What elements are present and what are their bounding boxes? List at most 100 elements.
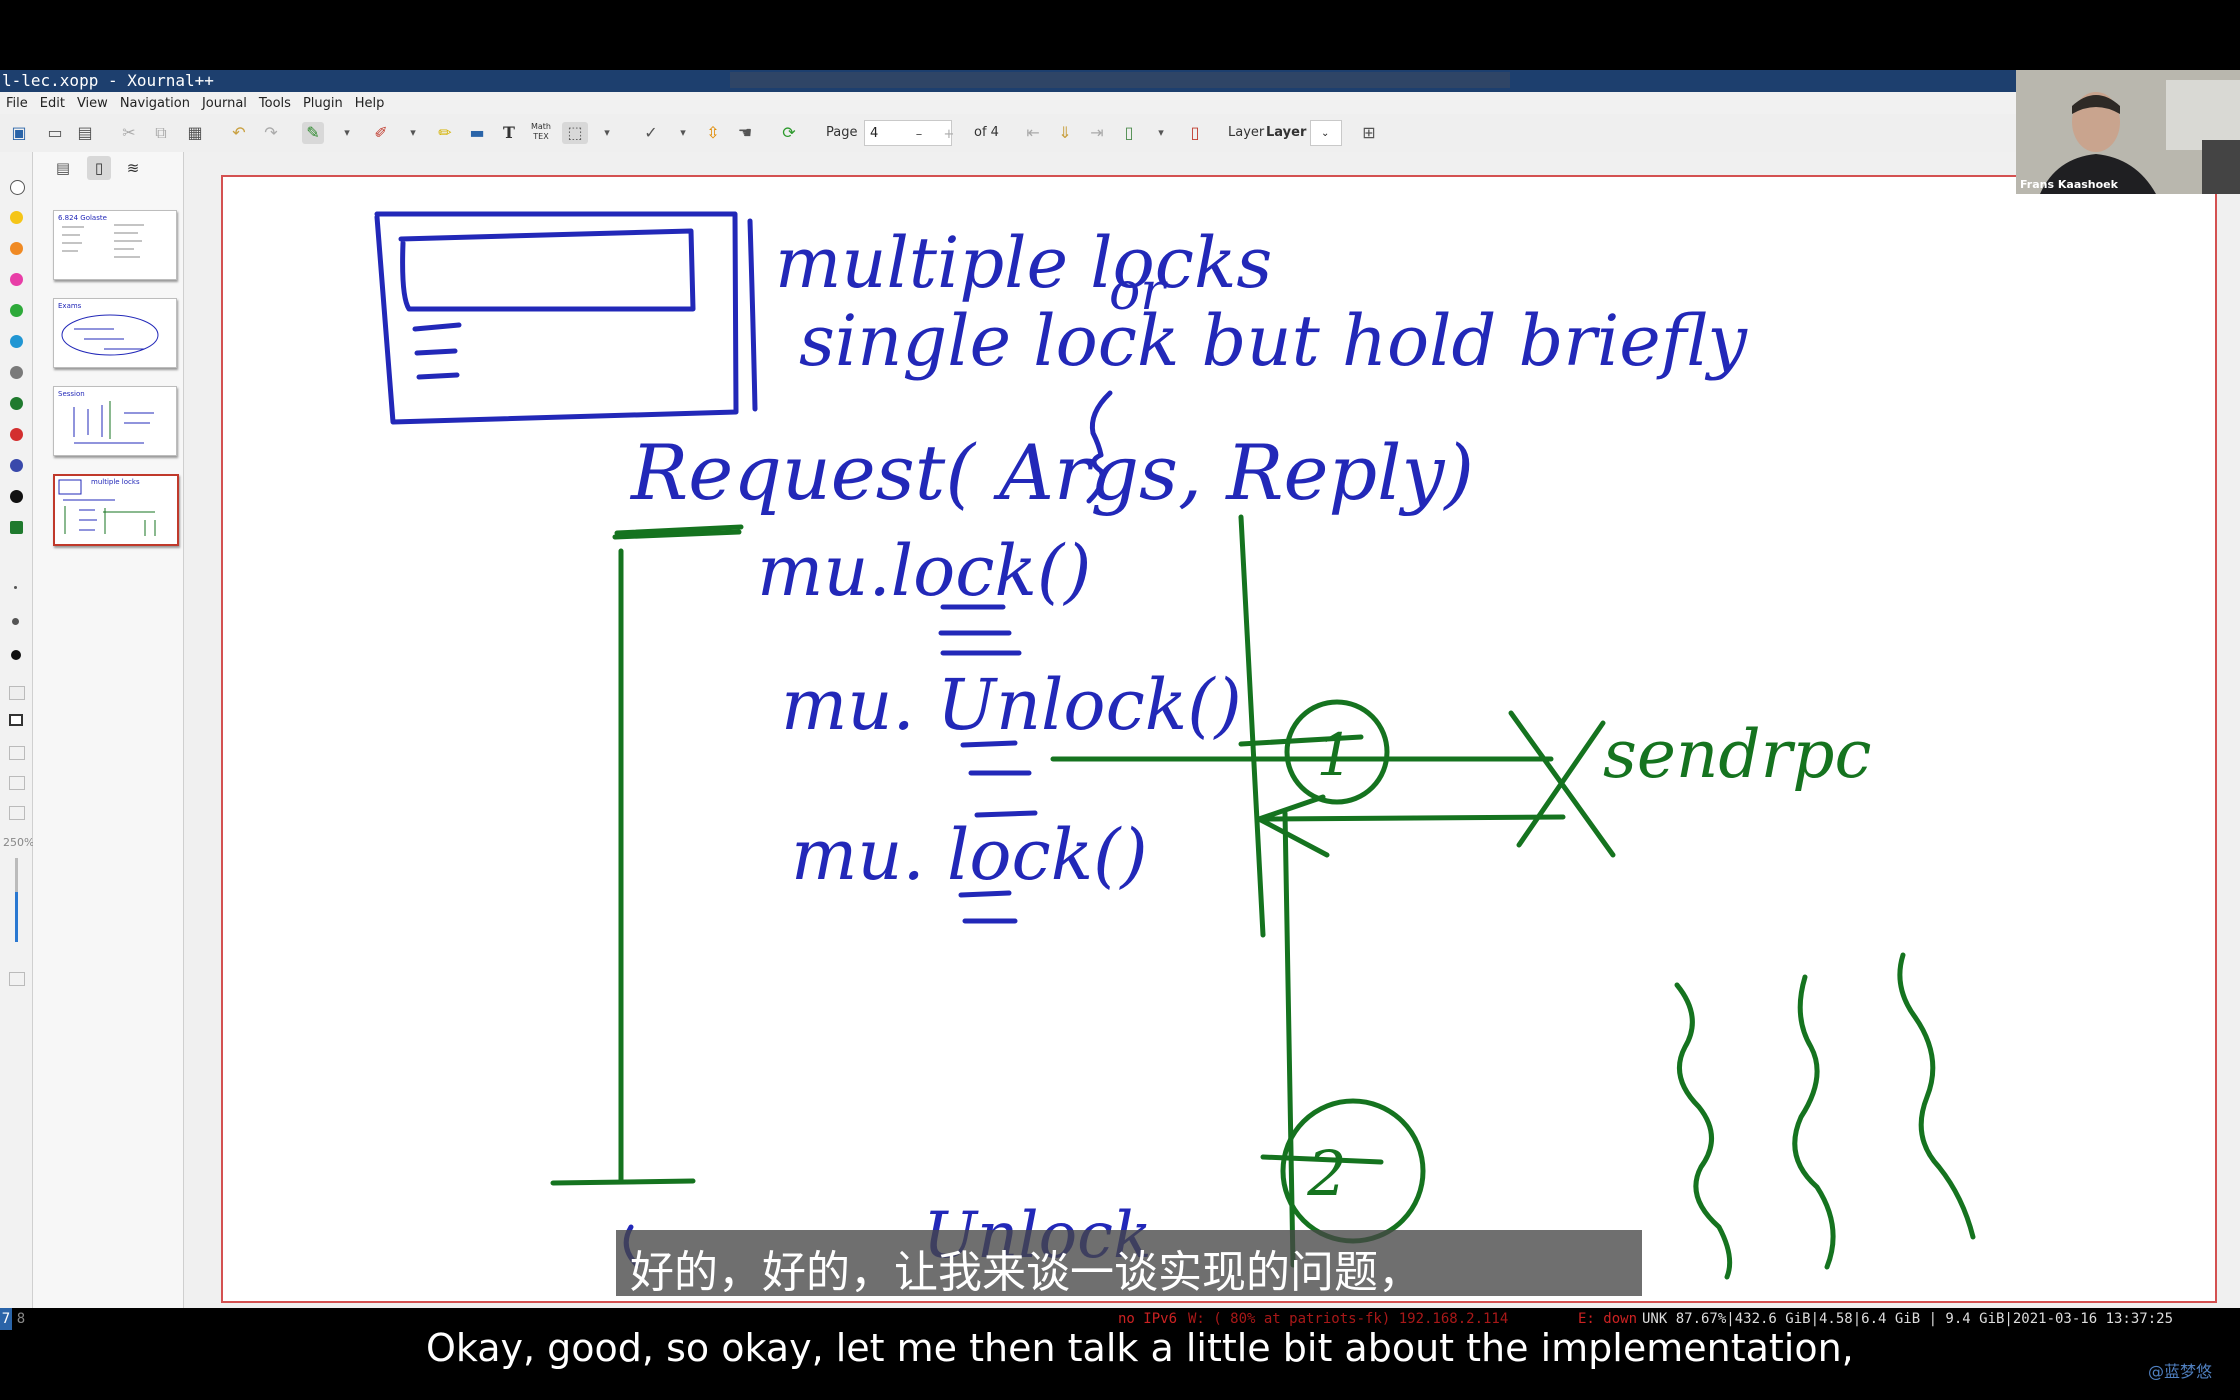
menu-view[interactable]: View [71,92,114,111]
sketch-lines [412,322,462,380]
sidebar-pages-icon[interactable]: ▤ [51,156,75,180]
window-title: l-lec.xopp - Xournal++ [2,71,214,90]
request-bracket-lines [550,524,744,1186]
tiny-dot-icon[interactable] [14,586,17,589]
request-bracket [612,529,742,1184]
participant-name: Frans Kaashoek [2020,178,2118,191]
open-icon[interactable]: ▤ [74,122,96,144]
thumbnail-2-scribbles [61,314,159,356]
page-layout-icon[interactable] [9,686,25,700]
thumbnail-4-scribbles [58,479,156,536]
note-sendrpc: sendrpc [1603,716,1871,793]
color-swatch-5[interactable] [10,304,23,317]
delete-page-icon[interactable]: ▯ [1184,122,1206,144]
zoom-width-icon[interactable] [9,806,25,820]
note-mu-unlock-1: mu. Unlock() [781,664,1242,746]
sidebar-layers-icon[interactable]: ≋ [121,156,145,180]
color-swatch-12[interactable] [10,521,23,534]
large-dot-icon[interactable] [11,650,21,660]
page-thumbnail-4[interactable]: multiple locks [53,474,179,546]
page-thumbnail-2[interactable]: Exams [53,298,177,368]
color-swatch-4[interactable] [10,273,23,286]
toolbar: ▣ ▭ ▤ ✂ ⧉ ▦ ↶ ↷ ✎ ▾ ✐ ▾ ✏ ▬ T Math TEX ⬚… [0,114,2240,153]
redo-icon[interactable]: ↷ [260,122,282,144]
spacer-tool-icon[interactable]: ⇳ [702,122,724,144]
english-subtitle: Okay, good, so okay, let me then talk a … [426,1326,1854,1370]
sketch-window-outline [374,211,739,425]
note-page[interactable]: multiple locks or single lock but hold b… [221,175,2217,1303]
save-icon[interactable]: ▣ [8,122,30,144]
paste-icon[interactable]: ▦ [184,122,206,144]
color-swatch-7[interactable] [10,366,23,379]
highlighter-icon[interactable]: ✏ [434,122,456,144]
color-swatch-1[interactable] [10,180,25,195]
color-swatch-6[interactable] [10,335,23,348]
chinese-subtitle-box: 好的，好的，让我来谈一谈实现的问题， [616,1230,1642,1298]
color-swatch-10[interactable] [10,459,23,472]
color-swatch-8[interactable] [10,397,23,410]
presentation-icon[interactable] [9,714,23,726]
note-request-signature: Request( Args, Reply) [629,428,1474,517]
workspace-7[interactable]: 7 [0,1308,12,1330]
sidebar-preview-icon[interactable]: ▯ [87,156,111,180]
zoom-fit-icon[interactable] [9,746,25,760]
text-tool-icon[interactable]: T [498,122,520,144]
insert-page-icon[interactable]: ▯ [1118,122,1140,144]
page-thumbnail-1[interactable]: 6.824 Golaste [53,210,177,280]
zoom-page-icon[interactable] [9,776,25,790]
pen-tool-icon[interactable]: ✎ [302,122,324,144]
color-swatch-11[interactable] [10,490,23,503]
menu-navigation[interactable]: Navigation [114,92,196,111]
vertical-space-icon[interactable]: ✓ [640,122,662,144]
space-dropdown-icon[interactable]: ▾ [672,122,694,144]
eraser-icon[interactable]: ✐ [370,122,392,144]
select-dropdown-icon[interactable]: ▾ [596,122,618,144]
small-dot-icon[interactable] [12,618,19,625]
cut-icon[interactable]: ✂ [118,122,140,144]
undo-icon[interactable]: ↶ [228,122,250,144]
sketch-inner-box [398,228,696,312]
last-page-icon[interactable]: ⇥ [1086,122,1108,144]
hand-tool-icon[interactable]: ☚ [734,122,756,144]
copy-icon[interactable]: ⧉ [150,122,172,144]
note-circle-1-label: 1 [1317,721,1354,789]
play-button[interactable] [2084,1134,2176,1210]
note-mu-lock-2: mu. lock() [791,814,1148,896]
menu-bar: File Edit View Navigation Journal Tools Plugin… [0,92,2240,114]
menu-help[interactable]: Help [349,92,391,111]
next-layer-icon[interactable]: ⇓ [1054,122,1076,144]
color-swatch-3[interactable] [10,242,23,255]
wave-1 [1674,982,1733,1280]
fullscreen-icon[interactable]: ⊞ [1358,122,1380,144]
color-swatch-9[interactable] [10,428,23,441]
first-page-icon[interactable]: ⇤ [1022,122,1044,144]
chinese-subtitle: 好的，好的，让我来谈一谈实现的问题， [630,1247,1422,1298]
workspace-8[interactable]: 8 [14,1308,28,1330]
new-page-icon[interactable]: ▭ [44,122,66,144]
menu-edit[interactable]: Edit [34,92,71,111]
thumbnail-1-scribbles [62,224,144,258]
menu-tools[interactable]: Tools [253,92,297,111]
eraser-dropdown-icon[interactable]: ▾ [402,122,424,144]
xournal-window: l-lec.xopp - Xournal++ File Edit View Navig… [0,70,2240,1308]
wave-2 [1792,974,1836,1270]
pen-dropdown-icon[interactable]: ▾ [336,122,358,144]
menu-plugin[interactable]: Plugin [297,92,349,111]
watermark: @蓝梦悠 [2148,1362,2213,1381]
image-icon[interactable]: ▬ [466,122,488,144]
page-thumbnail-3[interactable]: Session [53,386,177,456]
page-minus-button[interactable]: – [908,124,930,146]
menu-journal[interactable]: Journal [196,92,253,111]
insert-page-dropdown-icon[interactable]: ▾ [1150,122,1172,144]
page-plus-button[interactable]: + [938,124,960,146]
math-tex-icon[interactable]: Math TEX [530,122,552,144]
color-swatch-2[interactable] [10,211,23,224]
zoom-reset-icon[interactable] [9,972,25,986]
refresh-icon[interactable]: ⟳ [778,122,800,144]
vertical-divider [747,218,758,412]
select-rect-icon[interactable]: ⬚ [562,122,588,144]
thumbnail-3-scribbles [73,401,154,444]
menu-file[interactable]: File [0,92,34,111]
blurred-title-area [730,72,1510,88]
layer-dropdown-icon[interactable]: ⌄ [1310,120,1342,146]
